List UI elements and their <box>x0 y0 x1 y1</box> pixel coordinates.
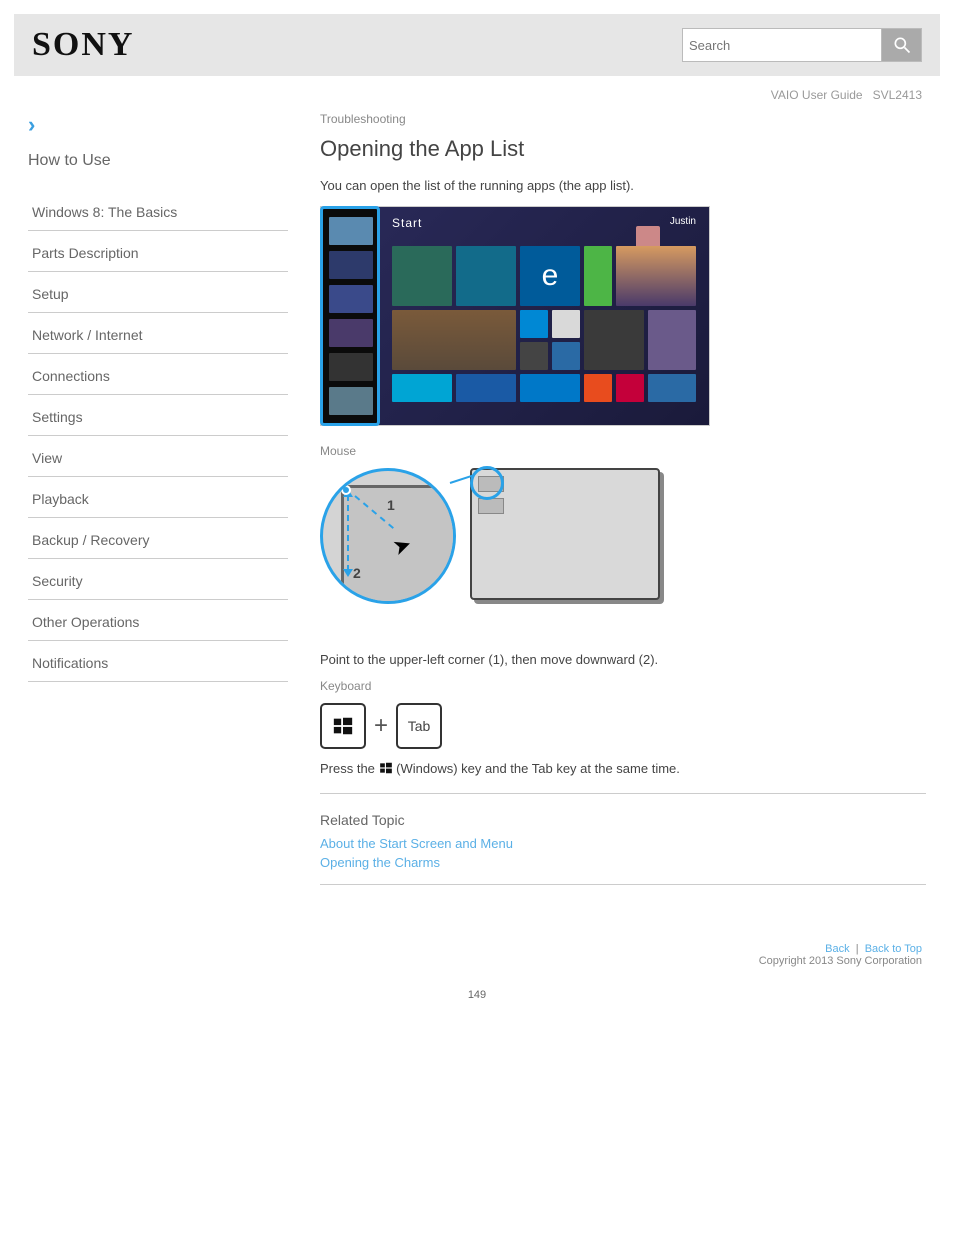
model-name: SVL2413 <box>873 88 922 102</box>
ie-tile-icon: e <box>520 246 580 306</box>
related-topic-heading: Related Topic <box>320 812 926 828</box>
page-number: 149 <box>0 983 954 1021</box>
highlight-corner-circle <box>470 466 504 500</box>
sidebar-item-security[interactable]: Security <box>28 559 288 600</box>
sidebar-item-network-internet[interactable]: Network / Internet <box>28 313 288 354</box>
magnifier-icon <box>892 35 912 55</box>
howto-label: How to Use <box>28 152 288 170</box>
back-to-top-link[interactable]: Back to Top <box>865 943 922 955</box>
sony-logo: SONY <box>32 26 134 64</box>
breadcrumb[interactable]: Troubleshooting <box>320 112 926 126</box>
user-label: Justin <box>670 216 696 227</box>
start-label: Start <box>392 216 422 230</box>
keyboard-section-label: Keyboard <box>320 679 926 693</box>
footer: Back | Back to Top Copyright 2013 Sony C… <box>0 943 954 983</box>
plus-icon: + <box>374 712 388 740</box>
mouse-instruction-text: Point to the upper-left corner (1), then… <box>320 650 926 670</box>
mouse-section-label: Mouse <box>320 444 926 458</box>
keyboard-shortcut-row: + Tab <box>320 703 926 749</box>
search-wrap <box>682 28 922 62</box>
model-label: VAIO User Guide <box>771 88 863 102</box>
tab-keycap: Tab <box>396 703 442 749</box>
sidebar-item-parts-description[interactable]: Parts Description <box>28 231 288 272</box>
back-link[interactable]: Back <box>825 943 849 955</box>
sidebar-item-setup[interactable]: Setup <box>28 272 288 313</box>
sidebar-item-other-operations[interactable]: Other Operations <box>28 600 288 641</box>
sidebar-item-playback[interactable]: Playback <box>28 477 288 518</box>
sidebar-item-view[interactable]: View <box>28 436 288 477</box>
windows-key-icon <box>320 703 366 749</box>
diagram-label-2: 2 <box>353 565 361 581</box>
chevron-right-icon: › <box>28 112 288 138</box>
subheader: VAIO User Guide SVL2413 <box>0 76 954 102</box>
header-bar: SONY <box>14 14 940 76</box>
main-content: Troubleshooting Opening the App List You… <box>306 112 926 903</box>
diagram-label-1: 1 <box>387 497 395 513</box>
section-divider-bottom <box>320 884 926 885</box>
sidebar-item-notifications[interactable]: Notifications <box>28 641 288 682</box>
win8-start-screenshot: Start Justin e <box>320 206 926 426</box>
app-list-highlight <box>320 206 380 426</box>
sidebar: › How to Use Windows 8: The Basics Parts… <box>28 112 306 903</box>
windows-inline-icon <box>379 761 397 776</box>
copyright-text: Copyright 2013 Sony Corporation <box>759 955 922 967</box>
sidebar-item-windows8-basics[interactable]: Windows 8: The Basics <box>28 190 288 231</box>
sidebar-item-backup-recovery[interactable]: Backup / Recovery <box>28 518 288 559</box>
search-button[interactable] <box>882 28 922 62</box>
section-divider <box>320 793 926 794</box>
intro-text: You can open the list of the running app… <box>320 176 926 196</box>
related-link-charms[interactable]: Opening the Charms <box>320 855 926 870</box>
sidebar-item-settings[interactable]: Settings <box>28 395 288 436</box>
related-link-start-screen[interactable]: About the Start Screen and Menu <box>320 836 926 851</box>
search-input[interactable] <box>682 28 882 62</box>
sidebar-item-connections[interactable]: Connections <box>28 354 288 395</box>
related-topic: Related Topic About the Start Screen and… <box>320 812 926 870</box>
mouse-diagram: 1 2 ➤ <box>320 464 926 634</box>
magnifier-circle: 1 2 ➤ <box>320 468 456 604</box>
tiles-grid: e <box>392 246 696 412</box>
keyboard-instruction-text: Press the (Windows) key and the Tab key … <box>320 759 926 779</box>
page-title: Opening the App List <box>320 136 926 162</box>
